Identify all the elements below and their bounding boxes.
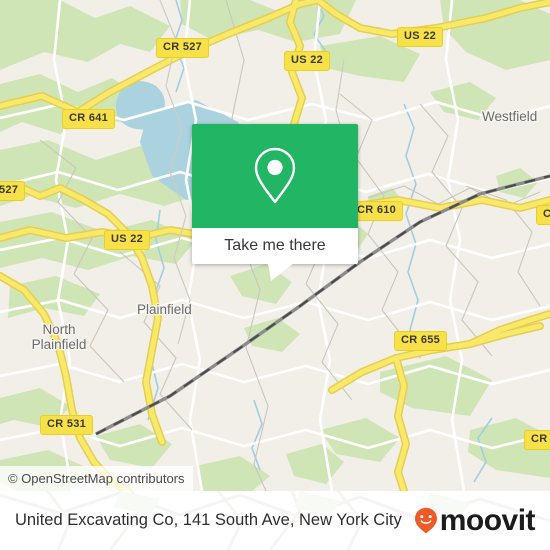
road-shield-us22-west: US 22	[104, 230, 151, 250]
map-pin-icon	[254, 147, 296, 204]
attribution-text: © OpenStreetMap contributors	[8, 471, 185, 486]
moovit-map-screenshot: Westfield Plainfield North Plainfield CR …	[0, 0, 550, 550]
moovit-wordmark: moovit	[439, 503, 536, 537]
place-label-north-plainfield: North Plainfield	[31, 322, 87, 352]
place-label-westfield: Westfield	[482, 109, 538, 124]
map-canvas[interactable]: Westfield Plainfield North Plainfield CR …	[0, 0, 550, 491]
road-shield-us22-north: US 22	[284, 51, 331, 71]
road-shield-cr531: CR 531	[40, 415, 94, 435]
popup-tail-pointer	[268, 263, 294, 281]
road-shield-cr527: CR 527	[156, 38, 210, 58]
moovit-logo[interactable]: moovit	[414, 503, 536, 537]
road-shield-cr641: CR 641	[62, 109, 116, 129]
road-shield-cr655: CR 655	[394, 331, 448, 351]
road-shield-cr62-clipped: CR 62	[536, 205, 550, 225]
popup-header	[192, 124, 358, 228]
popup-footer[interactable]: Take me there	[192, 228, 358, 264]
footer-content: United Excavating Co, 141 South Ave, New…	[0, 491, 550, 550]
road-shield-527-clipped: 527	[0, 181, 26, 201]
map-attribution[interactable]: © OpenStreetMap contributors	[0, 466, 193, 491]
road-shield-cr-clipped: CR	[524, 430, 550, 450]
place-label-plainfield: Plainfield	[137, 302, 192, 317]
moovit-pin-icon	[414, 507, 437, 534]
location-popup-card[interactable]: Take me there	[192, 124, 358, 281]
take-me-there-label: Take me there	[224, 237, 326, 254]
road-shield-us22-northeast: US 22	[397, 27, 444, 47]
footer-bar: United Excavating Co, 141 South Ave, New…	[0, 491, 550, 550]
location-title: United Excavating Co, 141 South Ave, New…	[14, 511, 402, 529]
